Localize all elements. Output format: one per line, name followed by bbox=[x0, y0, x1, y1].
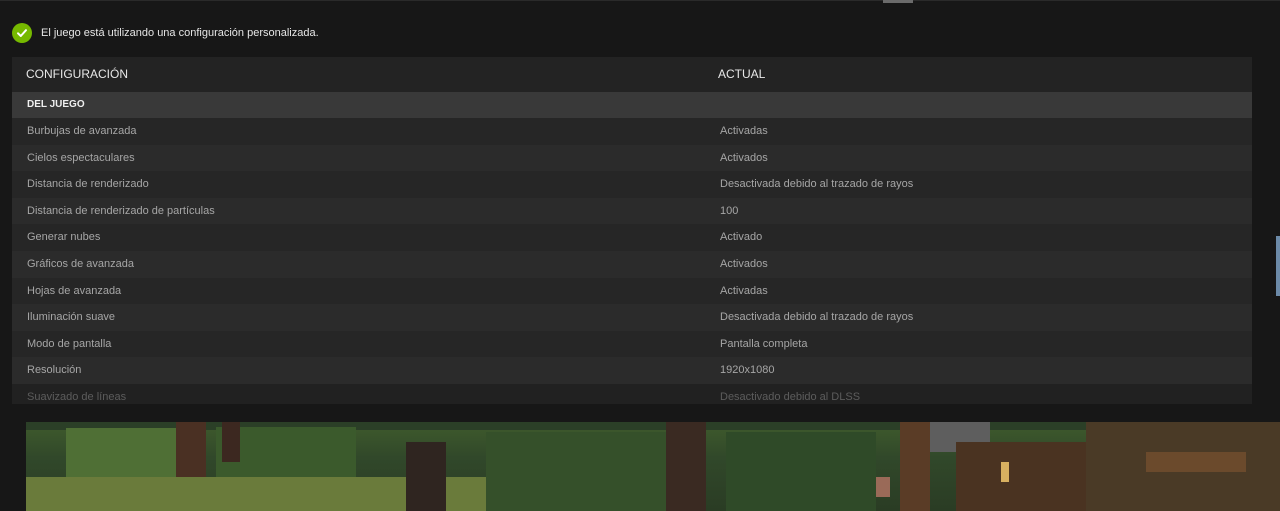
top-divider bbox=[0, 0, 1280, 1]
table-row: Burbujas de avanzada Activadas bbox=[12, 118, 1252, 145]
table-row: Hojas de avanzada Activadas bbox=[12, 277, 1252, 305]
game-settings-page: El juego está utilizando una configuraci… bbox=[0, 0, 1280, 511]
setting-name: Burbujas de avanzada bbox=[27, 125, 137, 137]
setting-value: 100 bbox=[720, 204, 739, 217]
setting-name: Distancia de renderizado de partículas bbox=[27, 204, 215, 217]
setting-name: Resolución bbox=[27, 364, 82, 377]
game-screenshot bbox=[26, 422, 1280, 511]
table-row: Suavizado de líneas Desactivado debido al… bbox=[12, 383, 1252, 404]
column-header-setting: CONFIGURACIÓN bbox=[26, 67, 128, 81]
table-row: Generar nubes Activado bbox=[12, 224, 1252, 251]
setting-name: Cielos espectaculares bbox=[27, 151, 135, 164]
setting-name: Iluminación suave bbox=[27, 311, 116, 324]
setting-value: Activados bbox=[720, 151, 768, 164]
setting-name: Distancia de renderizado bbox=[27, 178, 149, 191]
table-row: Iluminación suave Desactivada debido al t… bbox=[12, 304, 1252, 331]
table-row: Cielos espectaculares Activados bbox=[12, 144, 1252, 172]
table-row: Distancia de renderizado de partículas 10… bbox=[12, 197, 1252, 225]
table-row: Distancia de renderizado Desactivada debi… bbox=[12, 171, 1252, 198]
settings-table: CONFIGURACIÓN ACTUAL DEL JUEGO Burbujas … bbox=[12, 57, 1252, 404]
table-header: CONFIGURACIÓN ACTUAL bbox=[12, 57, 1252, 92]
tab-indicator bbox=[883, 0, 913, 3]
setting-name: Hojas de avanzada bbox=[27, 284, 122, 297]
table-row: Modo de pantalla Pantalla completa bbox=[12, 330, 1252, 358]
custom-config-status: El juego está utilizando una configuraci… bbox=[12, 23, 319, 43]
setting-value: Pantalla completa bbox=[720, 337, 808, 350]
setting-value: 1920x1080 bbox=[720, 364, 775, 377]
setting-value: Activadas bbox=[720, 284, 768, 297]
setting-value: Activadas bbox=[720, 125, 768, 137]
table-body: Burbujas de avanzada Activadas Cielos espe… bbox=[12, 118, 1252, 404]
setting-name: Generar nubes bbox=[27, 231, 101, 244]
setting-value: Activado bbox=[720, 231, 763, 244]
scroll-indicator bbox=[1276, 236, 1280, 296]
setting-value: Activados bbox=[720, 257, 768, 270]
setting-name: Modo de pantalla bbox=[27, 337, 112, 350]
setting-name: Gráficos de avanzada bbox=[27, 257, 135, 270]
status-message: El juego está utilizando una configuraci… bbox=[41, 27, 319, 39]
table-row: Gráficos de avanzada Activados bbox=[12, 250, 1252, 278]
setting-value: Desactivada debido al trazado de rayos bbox=[720, 178, 914, 191]
column-header-current: ACTUAL bbox=[718, 67, 766, 81]
setting-value: Desactivado debido al DLSS bbox=[720, 390, 861, 403]
setting-name: Suavizado de líneas bbox=[27, 390, 127, 403]
section-header-game: DEL JUEGO bbox=[12, 92, 1252, 118]
table-row: Resolución 1920x1080 bbox=[12, 357, 1252, 384]
check-circle-icon bbox=[12, 23, 32, 43]
setting-value: Desactivada debido al trazado de rayos bbox=[720, 311, 914, 324]
